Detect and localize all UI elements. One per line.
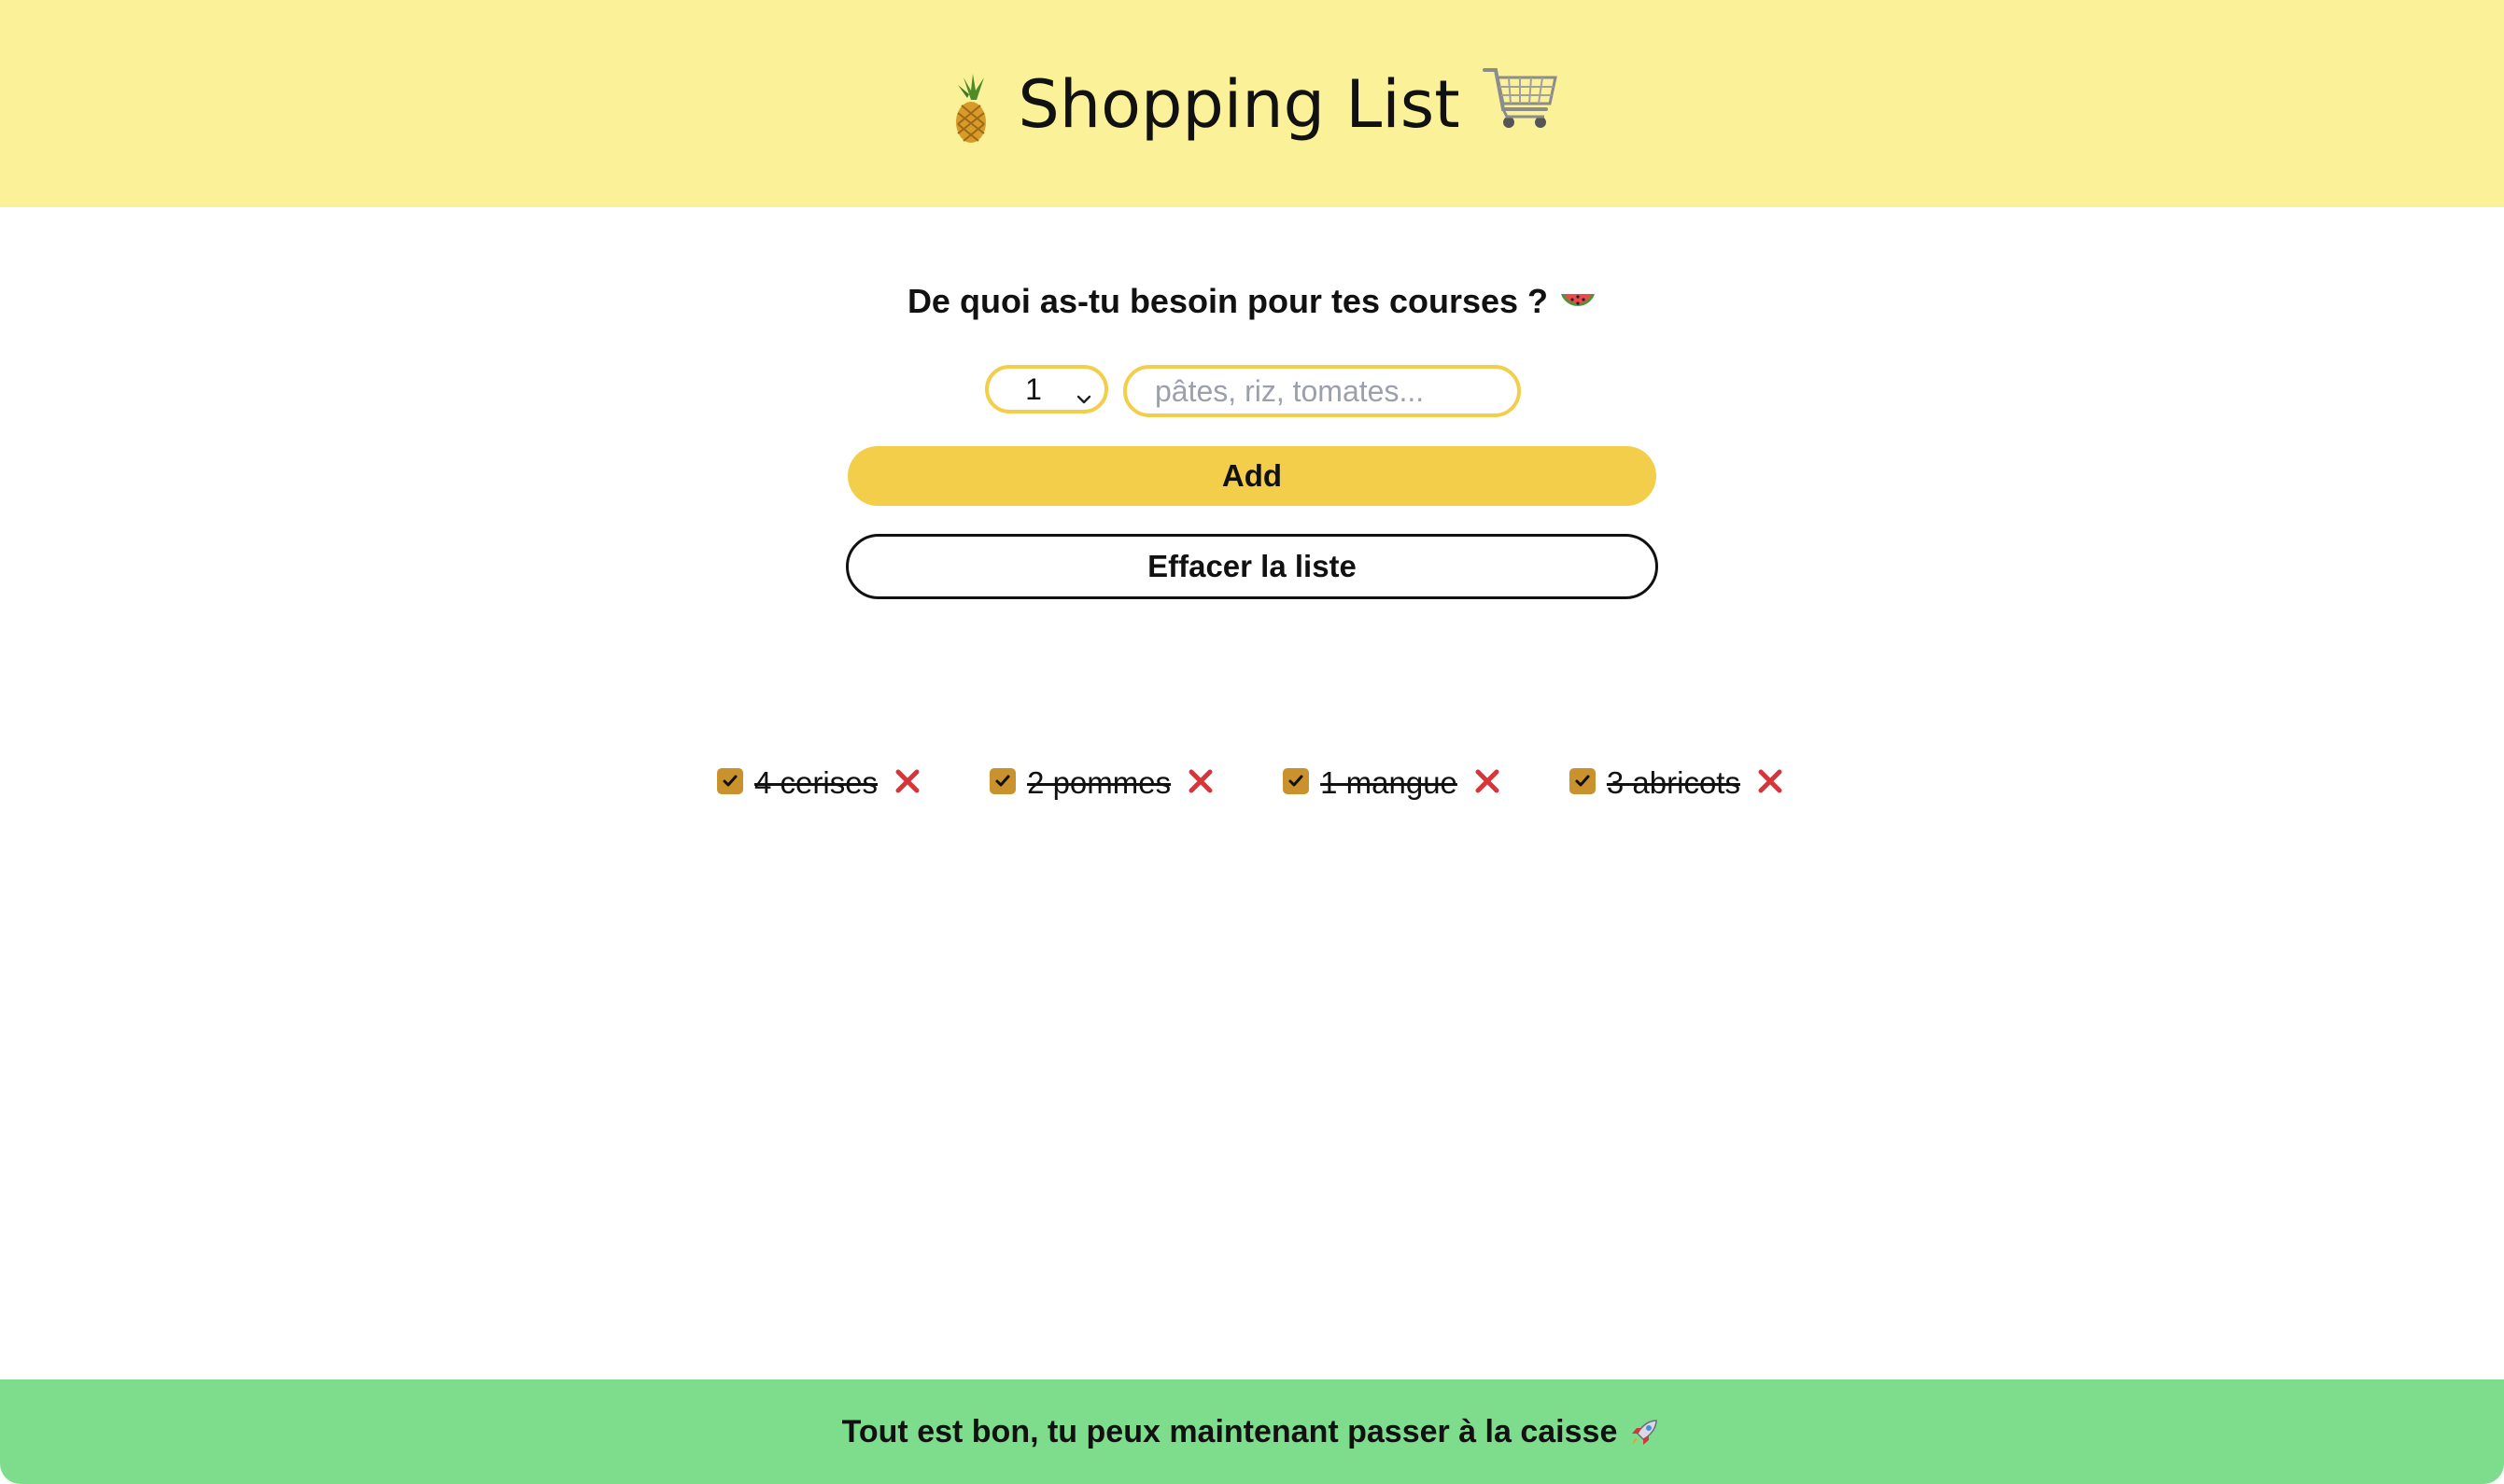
clear-list-button[interactable]: Effacer la liste — [846, 534, 1658, 599]
cross-icon — [1475, 769, 1499, 793]
watermelon-icon — [1559, 287, 1597, 315]
list-item: 1 mangue — [1283, 758, 1502, 805]
status-footer: Tout est bon, tu peux maintenant passer … — [0, 1379, 2504, 1484]
shopping-cart-icon — [1481, 63, 1559, 135]
header-title-text: Shopping List — [1018, 66, 1460, 143]
remove-item-button[interactable] — [893, 766, 922, 796]
remove-item-button[interactable] — [1186, 766, 1216, 796]
item-checkbox[interactable] — [990, 768, 1017, 794]
remove-item-button[interactable] — [1755, 766, 1785, 796]
cross-icon — [1758, 769, 1782, 793]
add-button[interactable]: Add — [848, 446, 1656, 506]
cross-icon — [1189, 769, 1213, 793]
cross-icon — [895, 769, 920, 793]
item-label: 1 mangue — [1320, 765, 1457, 800]
shopping-items-list: 4 cerises 2 pommes 1 mangue 3 abricots — [0, 758, 2504, 805]
shopping-list-page: Shopping List De quoi as-tu besoin pour … — [0, 0, 2504, 1484]
item-checkbox[interactable] — [717, 768, 743, 794]
chevron-down-icon — [1075, 382, 1093, 404]
rocket-icon — [1628, 1415, 1662, 1449]
item-label: 3 abricots — [1606, 765, 1740, 800]
header: Shopping List — [0, 0, 2504, 207]
add-item-form: 1 — [0, 365, 2504, 417]
pineapple-icon — [945, 72, 997, 145]
item-checkbox[interactable] — [1569, 768, 1596, 794]
quantity-value: 1 — [1025, 371, 1042, 406]
page-title: Shopping List — [945, 66, 1558, 143]
quantity-select[interactable]: 1 — [985, 365, 1108, 413]
item-label: 2 pommes — [1027, 765, 1172, 800]
list-item: 3 abricots — [1569, 758, 1785, 805]
item-checkbox[interactable] — [1283, 768, 1310, 794]
list-item: 2 pommes — [990, 758, 1216, 805]
list-item: 4 cerises — [717, 758, 922, 805]
question-heading: De quoi as-tu besoin pour tes courses ? — [0, 282, 2504, 321]
remove-item-button[interactable] — [1472, 766, 1502, 796]
item-name-input[interactable] — [1123, 365, 1521, 417]
footer-message: Tout est bon, tu peux maintenant passer … — [841, 1413, 1618, 1449]
question-text: De quoi as-tu besoin pour tes courses ? — [907, 282, 1549, 320]
item-label: 4 cerises — [754, 765, 879, 800]
